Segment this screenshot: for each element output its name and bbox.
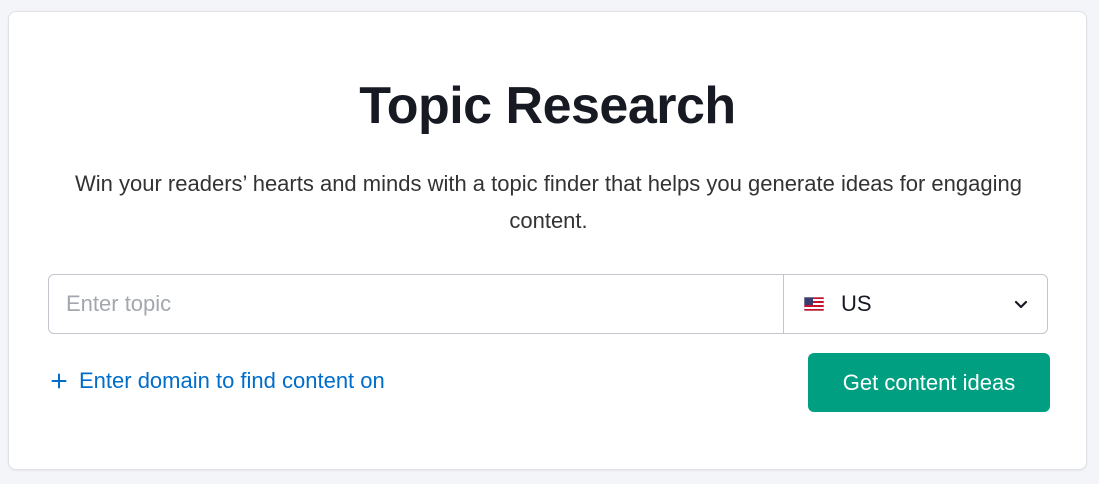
country-select[interactable]: US (783, 275, 1047, 333)
plus-icon (51, 373, 67, 389)
us-flag-icon (804, 297, 824, 311)
page-title: Topic Research (359, 77, 736, 135)
chevron-down-icon (1014, 300, 1028, 309)
topic-research-card: Topic Research Win your readers’ hearts … (8, 11, 1087, 470)
add-domain-label: Enter domain to find content on (79, 368, 385, 393)
topic-input[interactable] (49, 275, 783, 333)
search-bar: US (48, 274, 1048, 334)
add-domain-link[interactable]: Enter domain to find content on (51, 366, 385, 396)
get-content-ideas-button[interactable]: Get content ideas (808, 353, 1050, 412)
country-label: US (841, 291, 872, 316)
page-subtitle: Win your readers’ hearts and minds with … (75, 171, 1022, 233)
